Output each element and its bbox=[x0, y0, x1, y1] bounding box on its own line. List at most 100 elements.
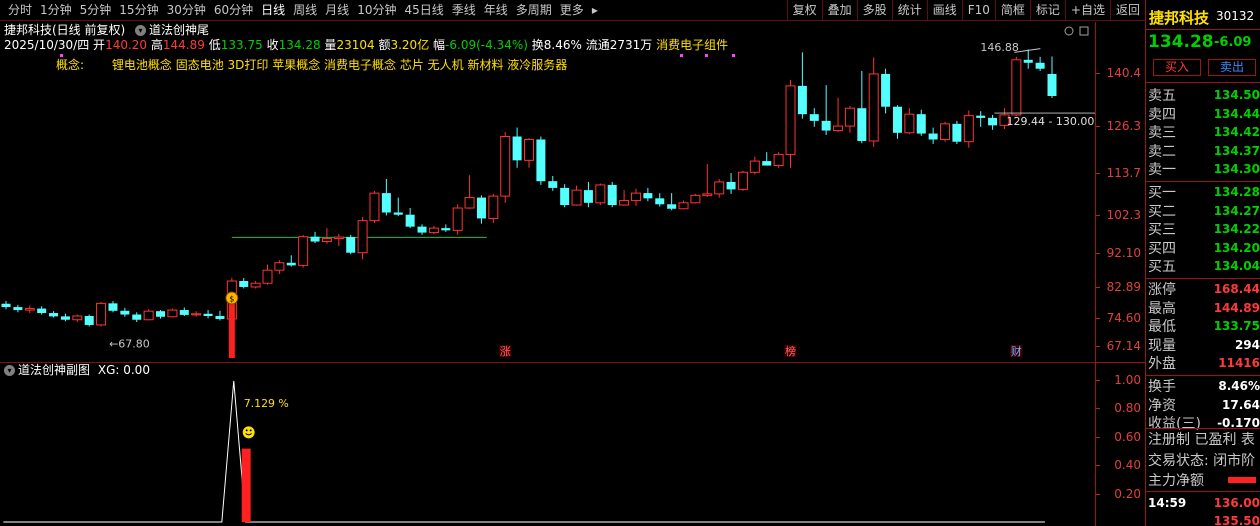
candle bbox=[524, 138, 534, 168]
tab-13[interactable]: 年线 bbox=[480, 0, 512, 21]
indicator-toggle-icon[interactable]: ▾ bbox=[135, 25, 147, 36]
candle bbox=[250, 281, 261, 289]
candle bbox=[417, 224, 427, 235]
candle-body bbox=[24, 308, 35, 311]
settings-icon bbox=[1064, 26, 1074, 36]
candle-body bbox=[357, 220, 368, 254]
marker-bang: 榜 bbox=[785, 344, 796, 358]
tab-7[interactable]: 日线 bbox=[257, 0, 289, 21]
quote-row-value: 134.50 bbox=[1213, 88, 1260, 102]
price-change: -6.09 bbox=[1214, 35, 1252, 50]
tool-buttons: 复权 叠加 多股 统计 画线 F10 简框 标记 +自选 返回 bbox=[786, 0, 1145, 21]
tab-5[interactable]: 30分钟 bbox=[163, 0, 210, 21]
candle bbox=[988, 114, 998, 130]
candle-body bbox=[536, 139, 546, 182]
price-axis-tick bbox=[1096, 215, 1100, 217]
tab-3[interactable]: 5分钟 bbox=[76, 0, 116, 21]
candle-body bbox=[797, 85, 807, 115]
candle-body bbox=[60, 316, 70, 320]
tool-button-5[interactable]: 画线 bbox=[926, 0, 962, 21]
candle-body bbox=[749, 160, 760, 173]
candle-body bbox=[928, 133, 938, 140]
industry-label[interactable]: 消费电子组件 bbox=[656, 38, 728, 52]
tool-button-7[interactable]: 简框 bbox=[994, 0, 1030, 21]
sub-axis-tick bbox=[1096, 408, 1100, 410]
candle-body bbox=[952, 123, 962, 142]
candle bbox=[13, 304, 23, 313]
tab-4[interactable]: 15分钟 bbox=[115, 0, 162, 21]
quote-row: 买四 134.20 bbox=[1146, 239, 1260, 257]
price-axis-label: 67.14 bbox=[1106, 339, 1141, 354]
candle-body bbox=[844, 107, 855, 127]
candle-body bbox=[84, 316, 94, 325]
tab-10[interactable]: 10分钟 bbox=[353, 0, 400, 21]
tab-2[interactable]: 1分钟 bbox=[36, 0, 76, 21]
candle bbox=[108, 301, 118, 313]
candle bbox=[643, 187, 653, 202]
tab-1[interactable]: 分时 bbox=[4, 0, 36, 21]
candle bbox=[963, 110, 974, 148]
smiley-eye-right bbox=[249, 429, 252, 432]
indicator-name[interactable]: 道法创神尾 bbox=[149, 23, 209, 37]
sub-indicator-chart[interactable]: 7.129 % bbox=[0, 362, 1095, 526]
candle bbox=[369, 190, 380, 223]
open-label: 开 bbox=[93, 38, 106, 52]
candle-body bbox=[868, 73, 879, 142]
tool-button-8[interactable]: 标记 bbox=[1029, 0, 1065, 21]
tab-15[interactable]: 更多 bbox=[556, 0, 588, 21]
tab-8[interactable]: 周线 bbox=[289, 0, 321, 21]
candle-body bbox=[916, 114, 926, 134]
buy-button[interactable]: 买入 bbox=[1153, 59, 1201, 76]
tool-button-9[interactable]: +自选 bbox=[1064, 0, 1110, 21]
quote-row-value: 134.04 bbox=[1213, 259, 1260, 274]
candle bbox=[452, 204, 463, 235]
quote-row: 卖四 134.44 bbox=[1146, 105, 1260, 123]
tool-button-10[interactable]: 返回 bbox=[1109, 0, 1145, 21]
more-arrow-icon[interactable]: ▸ bbox=[588, 0, 602, 21]
candle-body bbox=[143, 310, 154, 321]
candle bbox=[619, 190, 630, 206]
candle-body bbox=[630, 192, 641, 202]
xg-value: 0.00 bbox=[123, 363, 150, 377]
tab-11[interactable]: 45日线 bbox=[400, 0, 447, 21]
candle-body bbox=[405, 214, 415, 227]
candle bbox=[72, 314, 83, 322]
tool-button-2[interactable]: 叠加 bbox=[821, 0, 857, 21]
candle-body bbox=[963, 115, 974, 143]
candle-body bbox=[643, 193, 653, 199]
quote-panel: 捷邦科技 30132 134.28 -6.09 买入 卖出 卖五 134.50 卖四 134.44… bbox=[1145, 0, 1260, 526]
quote-row-value: 134.44 bbox=[1213, 106, 1260, 121]
last-price-row: 134.28 -6.09 bbox=[1146, 32, 1260, 54]
sub-axis-tick bbox=[1096, 493, 1100, 495]
tab-6[interactable]: 60分钟 bbox=[210, 0, 257, 21]
candle-body bbox=[1023, 59, 1033, 63]
tool-button-4[interactable]: 统计 bbox=[891, 0, 927, 21]
sub-axis-label: 0.60 bbox=[1114, 429, 1141, 444]
candle-body bbox=[13, 307, 23, 311]
sub-indicator-toggle-icon[interactable]: ▾ bbox=[4, 365, 15, 376]
quote-row-value: 11416 bbox=[1218, 356, 1260, 371]
quote-row-label: 买一 bbox=[1148, 185, 1176, 201]
concept-list[interactable]: 锂电池概念 固态电池 3D打印 苹果概念 消费电子概念 芯片 无人机 新材料 液… bbox=[112, 58, 567, 72]
candle-body bbox=[156, 311, 166, 317]
candle bbox=[441, 224, 451, 232]
tab-9[interactable]: 月线 bbox=[321, 0, 353, 21]
candle bbox=[595, 183, 606, 206]
quote-row-label: 最高 bbox=[1148, 300, 1176, 317]
tool-button-3[interactable]: 多股 bbox=[856, 0, 892, 21]
quote-row-value: 134.37 bbox=[1213, 143, 1260, 158]
quote-summary-row: 2025/10/30/四 开140.20 高144.89 低133.75 收13… bbox=[4, 37, 728, 53]
high-value: 144.89 bbox=[162, 38, 205, 52]
candle bbox=[143, 309, 154, 321]
sub-indicator-name[interactable]: 道法创神副图 bbox=[18, 363, 90, 377]
candlestick-chart[interactable]: $146.88 ←67.80 129.44 - 130.00 涨 榜 财 bbox=[0, 22, 1095, 362]
amount-value: 3.20亿 bbox=[390, 38, 430, 52]
sell-button[interactable]: 卖出 bbox=[1208, 59, 1256, 76]
candle bbox=[785, 79, 796, 168]
candle bbox=[952, 120, 962, 144]
tool-button-1[interactable]: 复权 bbox=[786, 0, 822, 21]
axis-divider bbox=[1096, 362, 1146, 363]
tab-12[interactable]: 季线 bbox=[448, 0, 480, 21]
tool-button-6[interactable]: F10 bbox=[961, 0, 995, 21]
tab-14[interactable]: 多周期 bbox=[512, 0, 556, 21]
